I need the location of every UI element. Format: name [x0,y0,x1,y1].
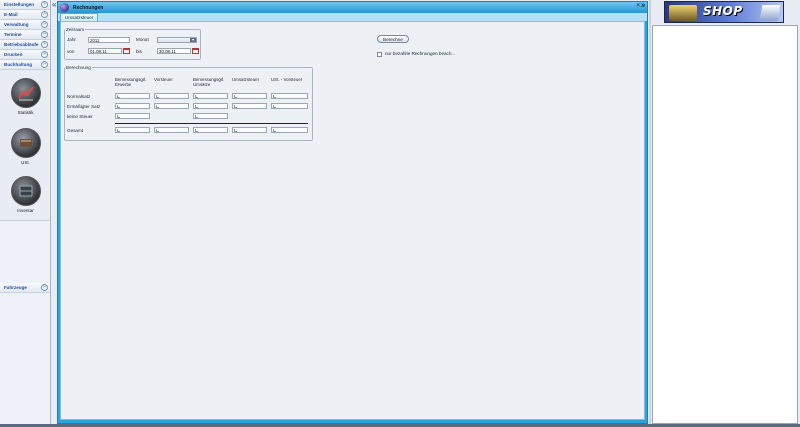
bis-calendar-icon[interactable] [192,48,199,54]
window-title: Rechnungen [73,4,104,11]
window-titlebar: Rechnungen ⇱⇲ [58,2,647,13]
gesamt-ust-vorsteuer-input[interactable] [271,127,308,133]
berechnung-legend: Berechnung [66,65,91,70]
gesamt-bem-erwerbe-input[interactable] [115,127,150,133]
app-logo-icon [60,3,69,12]
sidebar-item-email[interactable]: E-Mail » [0,10,50,20]
chevron-icon: » [41,61,48,68]
von-label: von [67,49,75,54]
col-bemessung-umsaetze: Bemessungsgrl. Umsätze [193,77,225,87]
sidebar: Einstellungen » E-Mail » Verwaltung » Te… [0,0,51,427]
gesamt-vorsteuer-input[interactable] [154,127,189,133]
statistik-launcher[interactable]: Statistik [0,78,51,115]
sidebar-item-label: Betriebsabläufe [4,42,39,47]
sidebar-item-label: Buchhaltung [4,62,33,67]
row-label-normalsatz: Normalsatz [67,94,91,99]
normalsatz-bem-erwerbe-input[interactable] [115,93,150,99]
chevron-icon: » [41,284,48,291]
row-label-gesamt: Gesamt [67,128,84,133]
sidebar-item-verwaltung[interactable]: Verwaltung » [0,20,50,30]
von-date-input[interactable]: 01.08.11 [88,48,122,54]
chevron-down-icon: ▾ [190,37,196,42]
main-window: Rechnungen ⇱⇲ Umsatzsteuer Zeitraum Jahr… [57,1,648,424]
ermaessigt-bem-erwerbe-input[interactable] [115,103,150,109]
gesamt-bem-umsaetze-input[interactable] [193,127,228,133]
chevron-icon: » [41,11,48,18]
berechne-button[interactable]: Berechne [377,35,409,43]
row-label-ermaessigt: Ermäßigter Satz [67,104,101,109]
bis-label: bis [136,49,142,54]
paid-only-label: nur bezahlte Rechnungen beach... [385,51,456,56]
zeitraum-group: Zeitraum [64,27,201,60]
monat-label: Monat [136,37,149,42]
keine-steuer-bem-erwerbe-input[interactable] [115,113,150,119]
sidebar-item-drucken[interactable]: Drucken » [0,50,50,60]
jahr-input[interactable]: 2011 [88,37,130,43]
buchhaltung-panel: Statistik USt. Inventar [0,70,50,221]
zeitraum-legend: Zeitraum [66,27,85,32]
collapse-right-button[interactable]: » [641,0,645,9]
app-root: Einstellungen » E-Mail » Verwaltung » Te… [0,0,800,427]
sidebar-item-label: Verwaltung [4,22,29,27]
ermaessigt-umsatzsteuer-input[interactable] [232,103,267,109]
right-side-panel [652,25,798,424]
col-ust-minus-vorsteuer: USt. - Vorsteuer [271,77,303,82]
sidebar-item-fahrzeuge[interactable]: Fahrzeuge » [0,283,50,293]
paid-only-checkbox[interactable] [377,52,382,57]
sidebar-item-termine[interactable]: Termine » [0,30,50,40]
von-calendar-icon[interactable] [123,48,130,54]
panel-splitter[interactable] [649,0,651,427]
gesamt-umsatzsteuer-input[interactable] [232,127,267,133]
sidebar-item-label: E-Mail [4,12,18,17]
chevron-icon: » [41,31,48,38]
chevron-icon: » [41,1,48,8]
keine-steuer-bem-umsaetze-input[interactable] [193,113,228,119]
col-bemessung-erwerbe: Bemessungsgrl. Erwerbe [115,77,147,87]
shop-artwork-left [669,5,697,21]
normalsatz-vorsteuer-input[interactable] [154,93,189,99]
total-separator [115,123,308,124]
statistik-icon [10,78,41,108]
inventar-launcher[interactable]: Inventar [0,176,51,213]
chevron-icon: » [41,41,48,48]
sidebar-item-label: Termine [4,32,22,37]
sidebar-item-betriebsablaeufe[interactable]: Betriebsabläufe » [0,40,50,50]
inventar-icon [10,176,41,206]
tab-strip: Umsatzsteuer [58,13,647,21]
normalsatz-ust-vorsteuer-input[interactable] [271,93,308,99]
col-umsatzsteuer: Umsatzsteuer [232,77,260,82]
chevron-icon: » [41,21,48,28]
sidebar-item-buchhaltung[interactable]: Buchhaltung » [0,60,50,70]
jahr-label: Jahr [67,37,76,42]
sidebar-item-einstellungen[interactable]: Einstellungen » [0,0,50,10]
monat-select[interactable]: ▾ [157,37,197,43]
normalsatz-bem-umsaetze-input[interactable] [193,93,228,99]
ust-icon [10,128,41,158]
row-label-keine-steuer: keine Steuer [67,114,93,119]
ermaessigt-bem-umsaetze-input[interactable] [193,103,228,109]
inventar-label: Inventar [17,208,34,213]
normalsatz-umsatzsteuer-input[interactable] [232,93,267,99]
sidebar-item-label: Einstellungen [4,2,35,7]
content-area: Zeitraum Jahr 2011 Monat ▾ von 01.08.11 … [60,21,645,420]
shop-banner[interactable]: SHOP [664,1,784,23]
sidebar-item-label: Drucken [4,52,23,57]
col-vorsteuer: Vorsteuer [154,77,173,82]
bis-date-input[interactable]: 30.08.11 [157,48,191,54]
statistik-label: Statistik [17,110,34,115]
shop-banner-text: SHOP [703,4,743,18]
ermaessigt-ust-vorsteuer-input[interactable] [271,103,308,109]
tab-umsatzsteuer[interactable]: Umsatzsteuer [60,13,99,21]
ust-launcher[interactable]: USt. [0,128,51,165]
ermaessigt-vorsteuer-input[interactable] [154,103,189,109]
sidebar-item-label: Fahrzeuge [4,285,27,290]
chevron-icon: » [41,51,48,58]
ust-label: USt. [21,160,30,165]
shop-artwork-right [759,5,781,21]
